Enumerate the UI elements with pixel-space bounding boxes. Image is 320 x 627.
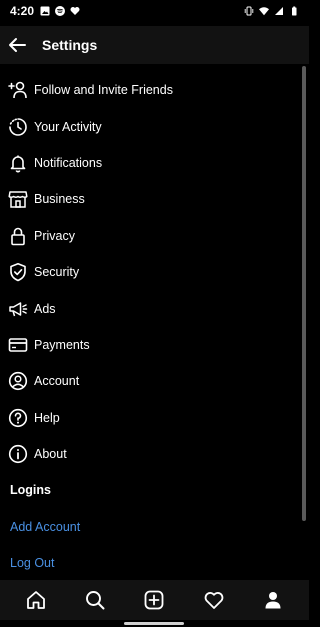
nav-home-button[interactable] bbox=[21, 585, 51, 615]
menu-item-label: Privacy bbox=[34, 228, 75, 243]
battery-icon bbox=[292, 6, 297, 16]
home-indicator bbox=[124, 622, 184, 625]
menu-item-label: Payments bbox=[34, 337, 90, 352]
arrow-left-icon bbox=[9, 38, 26, 52]
logins-section-heading: Logins bbox=[10, 483, 51, 498]
menu-item-label: About bbox=[34, 447, 67, 462]
info-circle-icon bbox=[8, 444, 28, 464]
menu-item-label: Ads bbox=[34, 301, 56, 316]
megaphone-icon bbox=[9, 301, 28, 316]
log-out-link[interactable]: Log Out bbox=[0, 545, 300, 582]
settings-menu: Follow and Invite Friends Your Activity … bbox=[0, 72, 300, 581]
add-person-icon bbox=[8, 81, 27, 99]
menu-item-your-activity[interactable]: Your Activity bbox=[0, 108, 300, 144]
status-bar: 4:20 bbox=[0, 0, 309, 22]
add-account-link[interactable]: Add Account bbox=[0, 508, 300, 545]
bell-icon bbox=[10, 155, 26, 173]
menu-item-about[interactable]: About bbox=[0, 436, 300, 472]
menu-item-notifications[interactable]: Notifications bbox=[0, 145, 300, 181]
image-icon bbox=[40, 6, 50, 16]
heart-icon bbox=[70, 7, 80, 15]
menu-item-label: Account bbox=[34, 374, 80, 389]
shield-check-icon bbox=[10, 263, 26, 282]
menu-item-label: Security bbox=[34, 265, 80, 280]
status-time: 4:20 bbox=[10, 4, 35, 18]
menu-item-privacy[interactable]: Privacy bbox=[0, 218, 300, 254]
nav-profile-button[interactable] bbox=[258, 585, 288, 615]
page-title: Settings bbox=[42, 37, 98, 53]
search-icon bbox=[86, 591, 105, 610]
home-icon bbox=[26, 591, 45, 609]
menu-item-payments[interactable]: Payments bbox=[0, 327, 300, 363]
bottom-nav bbox=[0, 580, 309, 620]
spotify-icon bbox=[55, 6, 66, 16]
profile-icon bbox=[265, 592, 281, 609]
add-icon bbox=[145, 590, 164, 610]
menu-item-label: Your Activity bbox=[34, 119, 102, 134]
shop-icon bbox=[8, 191, 28, 209]
heart-icon bbox=[204, 592, 224, 609]
menu-item-label: Help bbox=[34, 410, 60, 425]
credit-card-icon bbox=[8, 338, 28, 352]
vibrate-icon bbox=[244, 6, 254, 16]
menu-item-business[interactable]: Business bbox=[0, 181, 300, 217]
activity-clock-icon bbox=[9, 117, 27, 136]
menu-item-label: Notifications bbox=[34, 155, 103, 170]
help-circle-icon bbox=[8, 408, 28, 427]
nav-search-button[interactable] bbox=[80, 585, 110, 615]
menu-item-account[interactable]: Account bbox=[0, 363, 300, 399]
nav-add-button[interactable] bbox=[139, 585, 169, 615]
lock-icon bbox=[11, 227, 25, 246]
account-circle-icon bbox=[8, 372, 28, 391]
menu-item-follow-invite-friends[interactable]: Follow and Invite Friends bbox=[0, 72, 300, 108]
menu-item-label: Follow and Invite Friends bbox=[34, 83, 173, 98]
menu-item-ads[interactable]: Ads bbox=[0, 290, 300, 326]
scrollbar[interactable] bbox=[302, 66, 306, 521]
menu-item-label: Business bbox=[34, 192, 85, 207]
wifi-icon bbox=[259, 7, 269, 16]
menu-item-help[interactable]: Help bbox=[0, 400, 300, 436]
app-bar: Settings bbox=[0, 26, 309, 64]
nav-activity-button[interactable] bbox=[199, 585, 229, 615]
signal-icon bbox=[275, 7, 283, 15]
back-button[interactable] bbox=[2, 30, 32, 60]
menu-item-security[interactable]: Security bbox=[0, 254, 300, 290]
